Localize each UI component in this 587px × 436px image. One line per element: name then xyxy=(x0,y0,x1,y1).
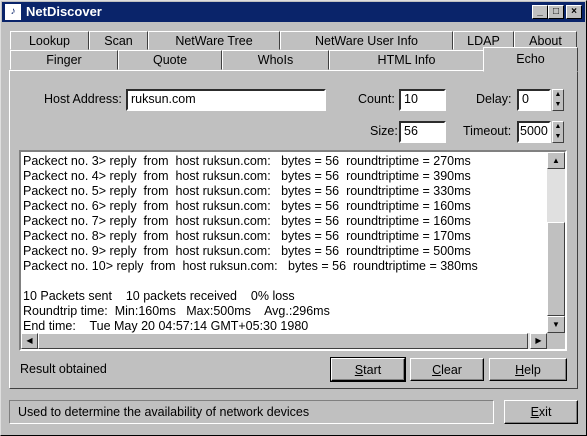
output-text: Packect no. 3> reply from host ruksun.co… xyxy=(21,152,547,333)
minimize-button[interactable]: _ xyxy=(532,5,548,19)
count-label: Count: xyxy=(358,92,395,106)
size-input[interactable]: 56 xyxy=(399,121,446,143)
size-label: Size: xyxy=(370,124,398,138)
timeout-input[interactable]: 5000 xyxy=(517,121,551,143)
tab-whois[interactable]: WhoIs xyxy=(222,50,329,70)
result-status-text: Result obtained xyxy=(20,362,107,376)
status-bar: Used to determine the availability of ne… xyxy=(9,400,494,424)
scroll-thumb-horizontal[interactable] xyxy=(38,333,528,349)
tab-lookup[interactable]: Lookup xyxy=(10,31,89,50)
help-button-label: elp xyxy=(524,363,541,377)
spin-up-icon[interactable]: ▲ xyxy=(553,90,563,100)
scroll-up-icon[interactable]: ▲ xyxy=(547,152,565,169)
exit-button[interactable]: Exit xyxy=(504,400,578,424)
delay-label: Delay: xyxy=(476,92,512,106)
scroll-thumb[interactable] xyxy=(547,222,565,316)
spin-down-icon[interactable]: ▼ xyxy=(553,100,563,110)
timeout-label: Timeout: xyxy=(463,124,512,138)
help-button[interactable]: Help xyxy=(489,358,567,381)
output-line: 10 Packets sent 10 packets received 0% l… xyxy=(23,289,295,303)
start-button-label: tart xyxy=(363,363,382,377)
start-button[interactable]: Start xyxy=(330,357,406,382)
host-address-label: Host Address: xyxy=(44,92,122,106)
tab-quote[interactable]: Quote xyxy=(118,50,222,70)
clear-button[interactable]: Clear xyxy=(410,358,484,381)
output-line: End time: Tue May 20 04:57:14 GMT+05:30 … xyxy=(23,319,309,333)
vertical-scrollbar[interactable]: ▲ ▼ xyxy=(547,152,565,333)
output-line: Packect no. 7> reply from host ruksun.co… xyxy=(23,214,471,228)
horizontal-scrollbar[interactable]: ◀ ▶ xyxy=(21,333,547,349)
close-button[interactable]: × xyxy=(566,5,582,19)
tab-netware-tree[interactable]: NetWare Tree xyxy=(148,31,280,50)
window-title: NetDiscover xyxy=(26,4,102,19)
output-line: Packect no. 9> reply from host ruksun.co… xyxy=(23,244,471,258)
output-line: Packect no. 10> reply from host ruksun.c… xyxy=(23,259,478,273)
maximize-button[interactable]: □ xyxy=(548,5,564,19)
exit-button-label: xit xyxy=(538,405,552,419)
scroll-corner xyxy=(547,333,565,349)
scroll-down-icon[interactable]: ▼ xyxy=(547,316,565,333)
title-bar[interactable]: ♪ NetDiscover _ □ × xyxy=(2,2,585,22)
tab-html-info[interactable]: HTML Info xyxy=(329,50,484,70)
output-line: Packect no. 3> reply from host ruksun.co… xyxy=(23,154,471,168)
app-icon: ♪ xyxy=(5,4,21,20)
host-address-input[interactable]: ruksun.com xyxy=(126,89,326,111)
start-button-mnemonic: S xyxy=(354,363,364,377)
scroll-right-icon[interactable]: ▶ xyxy=(530,333,547,349)
clear-button-mnemonic: C xyxy=(432,363,442,377)
clear-button-label: lear xyxy=(441,363,462,377)
output-line: Packect no. 6> reply from host ruksun.co… xyxy=(23,199,471,213)
exit-button-mnemonic: E xyxy=(530,405,539,419)
tab-echo[interactable]: Echo xyxy=(483,47,578,72)
output-line: Packect no. 5> reply from host ruksun.co… xyxy=(23,184,471,198)
delay-input[interactable]: 0 xyxy=(517,89,551,111)
scroll-left-icon[interactable]: ◀ xyxy=(21,333,38,349)
spin-up-icon[interactable]: ▲ xyxy=(553,122,563,132)
tab-scan[interactable]: Scan xyxy=(89,31,148,50)
output-line: Packect no. 4> reply from host ruksun.co… xyxy=(23,169,471,183)
tab-finger[interactable]: Finger xyxy=(10,50,118,70)
count-input[interactable]: 10 xyxy=(399,89,446,111)
timeout-spinner[interactable]: ▲ ▼ xyxy=(552,121,564,143)
tab-netware-user-info[interactable]: NetWare User Info xyxy=(280,31,453,50)
spin-down-icon[interactable]: ▼ xyxy=(553,132,563,142)
output-line: Packect no. 8> reply from host ruksun.co… xyxy=(23,229,471,243)
output-line: Roundtrip time: Min:160ms Max:500ms Avg.… xyxy=(23,304,330,318)
delay-spinner[interactable]: ▲ ▼ xyxy=(552,89,564,111)
output-textarea[interactable]: Packect no. 3> reply from host ruksun.co… xyxy=(19,150,567,351)
help-button-mnemonic: H xyxy=(515,363,525,377)
